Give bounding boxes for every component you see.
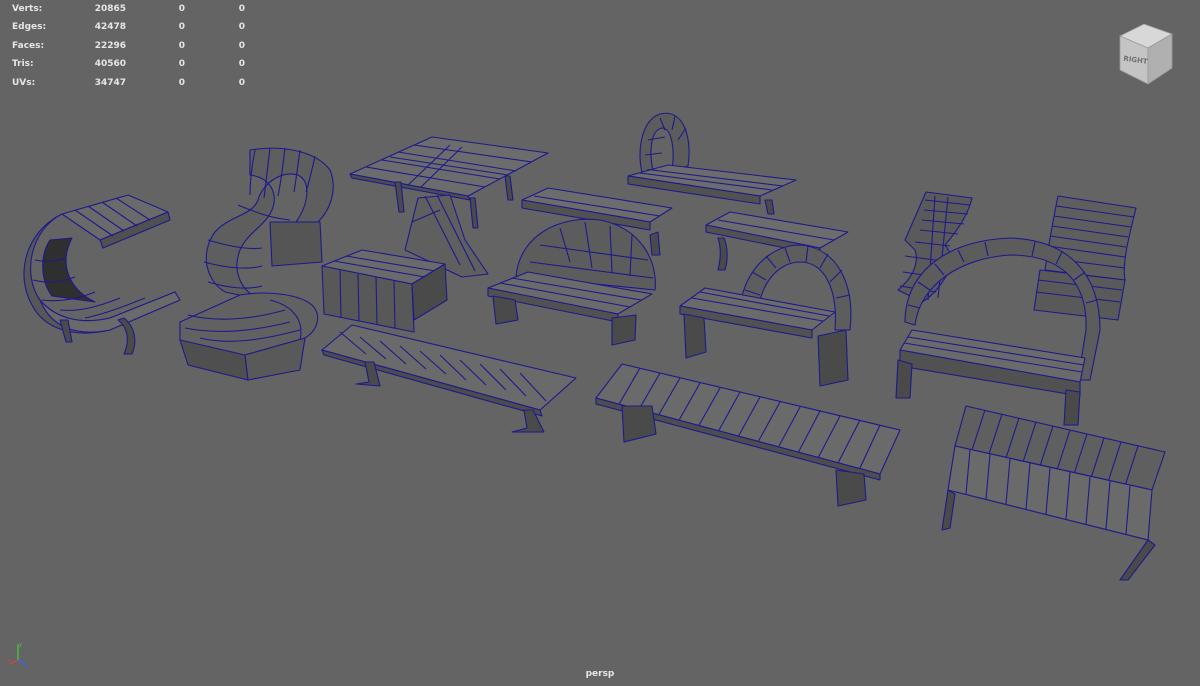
hud-row-label: UVs: bbox=[12, 77, 36, 88]
arch-bench-model[interactable] bbox=[679, 244, 852, 387]
hud-row-label: Verts: bbox=[12, 4, 43, 14]
curved-lounger-model[interactable] bbox=[23, 194, 181, 355]
hud-component-value: 0 bbox=[238, 4, 245, 14]
long-slatted-bench-model[interactable] bbox=[595, 363, 901, 507]
hud-row-label: Tris: bbox=[12, 59, 34, 70]
wave-lounger-model[interactable] bbox=[179, 292, 319, 381]
hud-selected-value: 0 bbox=[178, 59, 185, 70]
hud-row: Edges: 42478 0 0 bbox=[8, 18, 248, 36]
hud-selected-value: 0 bbox=[178, 40, 185, 51]
hud-row: UVs: 34747 0 0 bbox=[8, 74, 248, 92]
hud-selected-value: 0 bbox=[178, 4, 185, 14]
hud-component-value: 0 bbox=[238, 77, 245, 88]
hud-total-value: 20865 bbox=[94, 4, 126, 14]
hud-component-value: 0 bbox=[238, 22, 245, 33]
perspective-viewport[interactable] bbox=[0, 0, 1200, 686]
hud-row: Faces: 22296 0 0 bbox=[8, 37, 248, 55]
slatted-chair-model[interactable] bbox=[941, 405, 1166, 581]
hud-component-value: 0 bbox=[238, 40, 245, 51]
hud-component-value: 0 bbox=[238, 59, 245, 70]
hud-total-value: 42478 bbox=[94, 22, 126, 33]
hud-row: Tris: 40560 0 0 bbox=[8, 55, 248, 73]
axis-gizmo-icon: x y z bbox=[7, 642, 28, 670]
view-cube-icon[interactable]: RIGHT bbox=[1114, 22, 1178, 86]
hud-selected-value: 0 bbox=[178, 77, 185, 88]
box-bench-model[interactable] bbox=[321, 249, 448, 333]
hud-row-label: Faces: bbox=[12, 40, 45, 51]
hud-row: Verts: 20865 0 0 bbox=[8, 0, 248, 18]
hud-selected-value: 0 bbox=[178, 22, 185, 33]
camera-name-label: persp bbox=[585, 669, 615, 679]
hud-total-value: 22296 bbox=[94, 40, 126, 51]
svg-text:x: x bbox=[7, 658, 10, 664]
poly-count-hud: Verts: 20865 0 0 Edges: 42478 0 0 Faces: 22296 0 0 T… bbox=[8, 0, 248, 92]
wave-bench-model[interactable] bbox=[203, 147, 334, 301]
hud-total-value: 34747 bbox=[94, 77, 126, 88]
hud-row-label: Edges: bbox=[12, 22, 47, 33]
long-pedestal-bench-model[interactable] bbox=[321, 324, 577, 433]
svg-text:y: y bbox=[19, 642, 22, 648]
dome-back-bench-model[interactable] bbox=[487, 218, 656, 346]
hud-total-value: 40560 bbox=[94, 59, 126, 70]
